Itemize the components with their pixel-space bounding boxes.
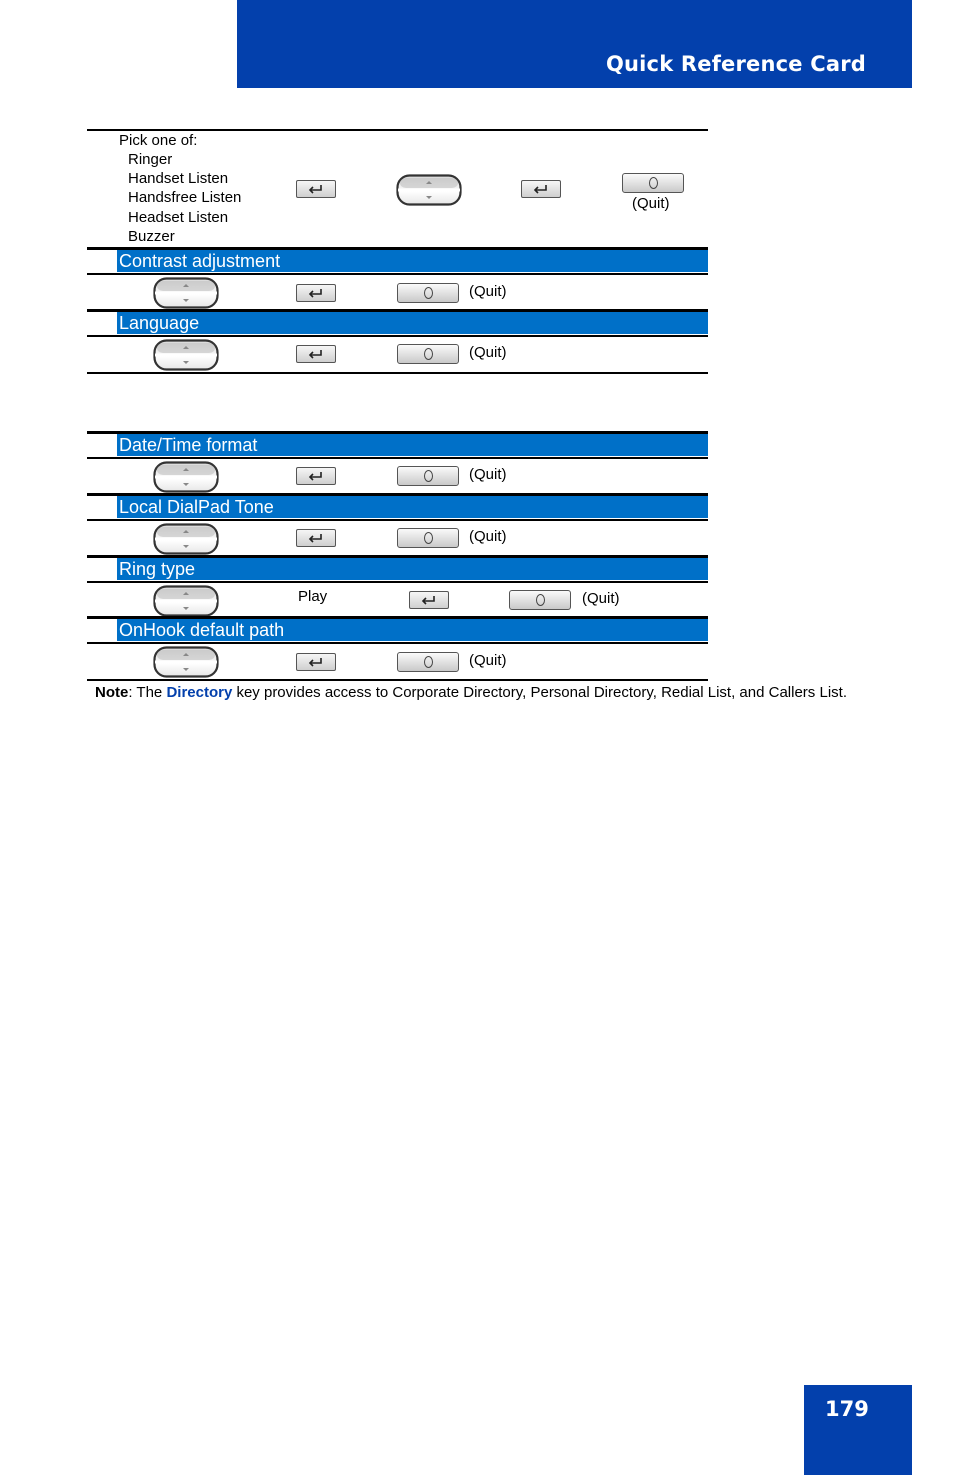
directory-keyword: Directory — [166, 684, 233, 701]
quit-key-icon — [397, 466, 459, 486]
quit-key-icon — [509, 590, 571, 610]
enter-key-icon — [296, 180, 336, 198]
option-ringer: Ringer — [128, 151, 173, 168]
table-rule — [87, 457, 708, 459]
option-handsfree-listen: Handsfree Listen — [128, 189, 242, 206]
enter-key-icon — [296, 284, 336, 302]
navigation-key-icon — [153, 646, 219, 678]
table-rule — [87, 642, 708, 644]
section-title: OnHook default path — [119, 620, 285, 640]
section-header-dialpad-tone: Local DialPad Tone — [117, 496, 708, 518]
enter-key-icon — [296, 653, 336, 671]
note-prefix: : The — [128, 684, 167, 701]
table-rule — [87, 372, 708, 374]
section-title: Language — [119, 313, 200, 333]
section-header-ring-type: Ring type — [117, 558, 708, 580]
navigation-key-icon — [153, 585, 219, 617]
note-paragraph: Note: The Directory key provides access … — [95, 684, 865, 701]
section-header-date-time: Date/Time format — [117, 434, 708, 456]
section-title: Local DialPad Tone — [119, 497, 274, 517]
navigation-key-icon — [153, 277, 219, 309]
header-title: Quick Reference Card — [605, 52, 866, 76]
play-label: Play — [298, 588, 328, 605]
section-header-onhook-path: OnHook default path — [117, 619, 708, 641]
section-header-contrast: Contrast adjustment — [117, 250, 708, 272]
quit-label: (Quit) — [469, 652, 507, 669]
quit-label: (Quit) — [469, 283, 507, 300]
quit-label: (Quit) — [469, 466, 507, 483]
quit-key-icon — [397, 344, 459, 364]
enter-key-icon — [296, 467, 336, 485]
navigation-key-icon — [153, 523, 219, 555]
table-rule — [87, 581, 708, 583]
header-band: Quick Reference Card — [237, 0, 912, 88]
quit-key-icon — [397, 283, 459, 303]
quit-label: (Quit) — [469, 528, 507, 545]
navigation-key-icon — [153, 461, 219, 493]
note-text: key provides access to Corporate Directo… — [232, 684, 847, 701]
quit-key-icon — [397, 528, 459, 548]
quit-label: (Quit) — [632, 195, 670, 212]
section-header-language: Language — [117, 312, 708, 334]
pick-one-label: Pick one of: — [119, 132, 198, 149]
table-rule — [87, 335, 708, 337]
navigation-key-icon — [153, 339, 219, 371]
note-label: Note — [95, 684, 129, 701]
table-rule — [87, 273, 708, 275]
option-headset-listen: Headset Listen — [128, 209, 229, 226]
enter-key-icon — [409, 591, 449, 609]
page-number-box: 179 — [804, 1385, 912, 1475]
option-handset-listen: Handset Listen — [128, 170, 229, 187]
section-title: Date/Time format — [119, 435, 258, 455]
table-rule — [87, 519, 708, 521]
quit-key-icon — [622, 173, 684, 193]
option-buzzer: Buzzer — [128, 228, 175, 245]
enter-key-icon — [296, 529, 336, 547]
quit-label: (Quit) — [469, 344, 507, 361]
quit-label: (Quit) — [582, 590, 620, 607]
enter-key-icon — [296, 345, 336, 363]
section-title: Ring type — [119, 559, 196, 579]
enter-key-icon — [521, 180, 561, 198]
page-number: 179 — [825, 1397, 869, 1421]
quit-key-icon — [397, 652, 459, 672]
section-title: Contrast adjustment — [119, 251, 281, 271]
table-rule — [87, 679, 708, 681]
navigation-key-icon — [396, 174, 462, 206]
